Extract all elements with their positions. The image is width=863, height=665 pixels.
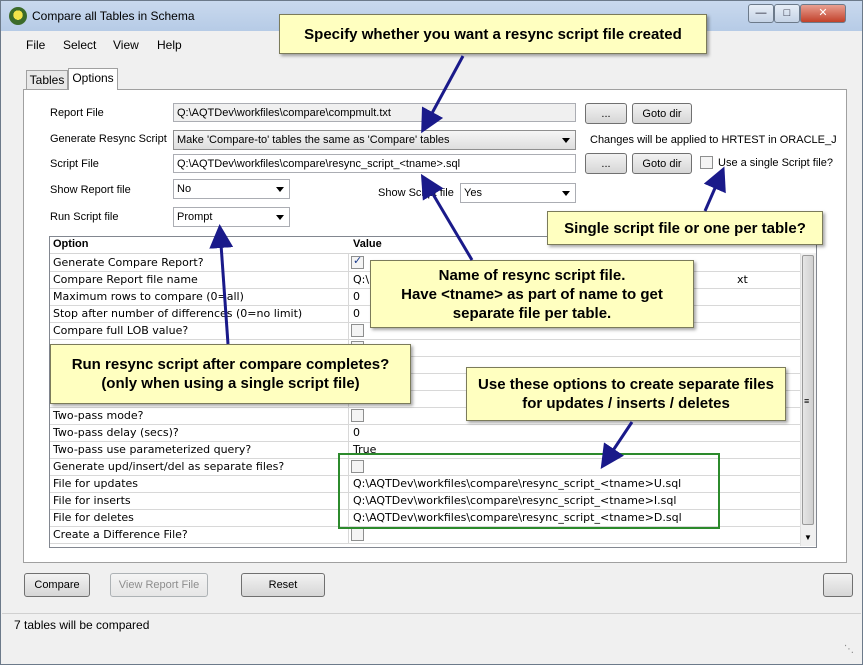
callout-single-line1: Single script file or one per table? — [564, 219, 806, 237]
resize-grip-icon[interactable]: ⋱ — [844, 644, 854, 655]
show-report-value: No — [177, 183, 192, 195]
report-browse-button[interactable]: ... — [585, 103, 627, 124]
column-header-option: Option — [53, 238, 89, 250]
callout-name-line2: Have <tname> as part of name to get — [401, 285, 663, 303]
status-text: 7 tables will be compared — [14, 618, 150, 632]
option-checkbox[interactable] — [351, 409, 364, 422]
separate-files-highlight — [338, 453, 720, 529]
option-value[interactable]: 0 — [353, 426, 360, 439]
generate-resync-select[interactable]: Make 'Compare-to' tables the same as 'Co… — [173, 130, 576, 150]
option-name: Two-pass delay (secs)? — [53, 426, 179, 439]
callout-resync-line1: Specify whether you want a resync script… — [304, 25, 682, 43]
column-header-value: Value — [353, 238, 382, 250]
option-checkbox[interactable] — [351, 254, 364, 269]
callout-separate-line2: for updates / inserts / deletes — [522, 395, 730, 412]
callout-name-line1: Name of resync script file. — [438, 266, 626, 284]
callout-run-script: Run resync script after compare complete… — [50, 344, 411, 404]
option-checkbox[interactable] — [351, 324, 364, 337]
option-name: Generate Compare Report? — [53, 256, 204, 269]
status-bar: 7 tables will be compared ⋱ — [2, 613, 861, 664]
grid-scrollbar[interactable]: ≡ ▼ — [800, 253, 816, 546]
option-value-suffix: xt — [737, 273, 748, 286]
changes-note: Changes will be applied to HRTEST in ORA… — [590, 134, 837, 146]
callout-separate-files: Use these options to create separate fil… — [466, 367, 786, 421]
report-file-label: Report File — [50, 107, 104, 119]
script-file-field[interactable]: Q:\AQTDev\workfiles\compare\resync_scrip… — [173, 154, 576, 173]
single-script-label: Use a single Script file? — [718, 157, 833, 169]
report-goto-dir-button[interactable]: Goto dir — [632, 103, 692, 124]
option-name: Compare full LOB value? — [53, 324, 189, 337]
view-report-file-button[interactable]: View Report File — [110, 573, 208, 597]
callout-single-script: Single script file or one per table? — [547, 211, 823, 245]
chevron-down-icon — [562, 138, 570, 143]
option-name: Two-pass mode? — [53, 409, 144, 422]
option-name: File for inserts — [53, 494, 131, 507]
option-value[interactable]: 0 — [353, 290, 360, 303]
chevron-down-icon — [276, 187, 284, 192]
option-name: File for updates — [53, 477, 139, 490]
table-row[interactable]: Two-pass delay (secs)? 0 — [50, 424, 800, 442]
menu-help[interactable]: Help — [157, 38, 182, 52]
tab-tables[interactable]: Tables — [26, 70, 68, 90]
callout-separate-line1: Use these options to create separate fil… — [478, 376, 774, 393]
column-divider — [348, 254, 349, 271]
option-value[interactable]: Q:\ — [353, 273, 369, 286]
close-icon[interactable]: ✕ — [800, 4, 846, 23]
option-checkbox[interactable] — [351, 528, 364, 541]
chevron-down-icon — [562, 191, 570, 196]
generate-resync-value: Make 'Compare-to' tables the same as 'Co… — [177, 134, 450, 146]
script-goto-dir-button[interactable]: Goto dir — [632, 153, 692, 174]
callout-run-line2: (only when using a single script file) — [101, 375, 360, 392]
callout-script-name: Name of resync script file. Have <tname>… — [370, 260, 694, 328]
option-name: Compare Report file name — [53, 273, 198, 286]
column-divider — [348, 288, 349, 305]
show-report-select[interactable]: No — [173, 179, 290, 199]
scrollbar-thumb[interactable] — [802, 255, 814, 525]
run-script-value: Prompt — [177, 211, 213, 223]
show-script-value: Yes — [464, 187, 482, 199]
run-script-label: Run Script file — [50, 211, 119, 223]
option-name: Two-pass use parameterized query? — [53, 443, 252, 456]
report-file-field[interactable]: Q:\AQTDev\workfiles\compare\compmult.txt — [173, 103, 576, 122]
chevron-down-icon — [276, 215, 284, 220]
option-name: File for deletes — [53, 511, 134, 524]
cut-off-button[interactable] — [823, 573, 853, 597]
column-divider — [348, 305, 349, 322]
show-script-label: Show Script file — [378, 187, 454, 199]
option-name: Maximum rows to compare (0=all) — [53, 290, 244, 303]
show-report-label: Show Report file — [50, 184, 131, 196]
option-name: Create a Difference File? — [53, 528, 188, 541]
main-window: Compare all Tables in Schema — □ ✕ File … — [0, 0, 863, 665]
generate-resync-label: Generate Resync Script — [50, 133, 167, 145]
maximize-icon[interactable]: □ — [774, 4, 800, 23]
option-name: Stop after number of differences (0=no l… — [53, 307, 303, 320]
callout-resync: Specify whether you want a resync script… — [279, 14, 707, 54]
single-script-checkbox[interactable] — [700, 156, 713, 169]
app-icon — [9, 7, 27, 25]
menu-file[interactable]: File — [26, 38, 45, 52]
option-name: Generate upd/insert/del as separate file… — [53, 460, 285, 473]
minimize-icon[interactable]: — — [748, 4, 774, 23]
callout-run-line1: Run resync script after compare complete… — [71, 356, 390, 373]
reset-button[interactable]: Reset — [241, 573, 325, 597]
callout-name-line3: separate file per table. — [452, 304, 612, 322]
column-divider — [348, 271, 349, 288]
menu-view[interactable]: View — [113, 38, 139, 52]
compare-button[interactable]: Compare — [24, 573, 90, 597]
script-file-label: Script File — [50, 158, 99, 170]
window-title: Compare all Tables in Schema — [32, 9, 195, 23]
column-divider — [348, 322, 349, 339]
menu-select[interactable]: Select — [63, 38, 96, 52]
grip-icon: ≡ — [804, 396, 810, 406]
script-browse-button[interactable]: ... — [585, 153, 627, 174]
column-divider — [348, 424, 349, 441]
scroll-down-icon[interactable]: ▼ — [804, 533, 812, 542]
run-script-select[interactable]: Prompt — [173, 207, 290, 227]
column-divider — [348, 407, 349, 424]
option-value[interactable]: 0 — [353, 307, 360, 320]
tab-options[interactable]: Options — [68, 68, 118, 90]
show-script-select[interactable]: Yes — [460, 183, 576, 203]
